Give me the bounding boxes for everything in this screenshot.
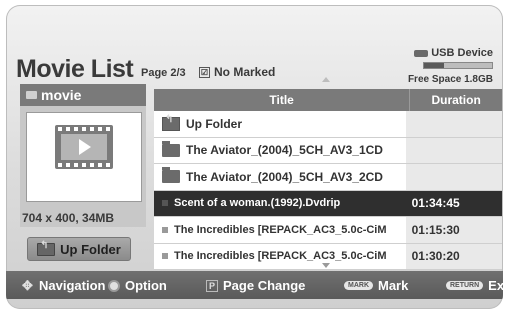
movie-file-icon — [162, 253, 168, 260]
movie-list-screen: Movie List Page 2/3 ☑ No Marked USB Devi… — [6, 5, 503, 309]
play-icon — [79, 139, 91, 155]
row-title-cell: Scent of a woman.(1992).Dvdrip — [154, 191, 406, 217]
table-row[interactable]: Up Folder — [154, 111, 502, 138]
up-folder-button[interactable]: Up Folder — [27, 237, 131, 261]
file-info: 704 x 400, 34MB — [22, 211, 115, 225]
footer-bar: Navigation Option P Page Change MARK Mar… — [6, 271, 503, 299]
exit-label: Exit — [488, 278, 503, 293]
row-title-label: The Incredibles [REPACK_AC3_5.0c-CiM — [174, 223, 387, 236]
exit-hint[interactable]: RETURN Exit — [446, 278, 503, 293]
mark-label: Mark — [378, 278, 409, 293]
navigation-icon — [22, 278, 34, 294]
row-title-label: Scent of a woman.(1992).Dvdrip — [174, 197, 341, 210]
row-title-label: The Aviator_(2004)_5CH_AV3_1CD — [186, 143, 383, 158]
row-title-cell: Up Folder — [154, 111, 406, 137]
table-row[interactable]: The Aviator_(2004)_5CH_AV3_1CD — [154, 137, 502, 164]
row-title-label: The Aviator_(2004)_5CH_AV3_2CD — [186, 169, 383, 184]
folder-panel: movie 704 x 400, 34MB — [20, 84, 146, 227]
film-icon — [55, 125, 113, 169]
row-duration-cell: 01:34:45 — [405, 190, 502, 216]
row-title-cell: The Incredibles [REPACK_AC3_5.0c-CiM — [154, 217, 406, 243]
option-hint[interactable]: Option — [108, 278, 167, 293]
folder-icon — [162, 167, 180, 184]
row-title-cell: The Aviator_(2004)_5CH_AV3_1CD — [154, 138, 406, 164]
current-folder: movie — [26, 87, 81, 103]
row-duration-cell: 01:30:20 — [405, 243, 502, 269]
table-row[interactable]: The Aviator_(2004)_5CH_AV3_2CD — [154, 164, 502, 191]
row-title-label: The Incredibles [REPACK_AC3_5.0c-CiM — [174, 250, 387, 263]
table-header: Title Duration — [154, 89, 502, 111]
up-folder-icon — [162, 114, 180, 131]
device-info: USB Device Free Space 1.8GB — [393, 47, 493, 85]
row-duration-cell — [405, 111, 502, 137]
row-title-cell: The Aviator_(2004)_5CH_AV3_2CD — [154, 164, 406, 190]
scroll-down-arrow-icon[interactable] — [322, 263, 330, 268]
page-change-hint[interactable]: P Page Change — [206, 278, 305, 293]
movie-file-icon — [162, 226, 168, 233]
page-change-label: Page Change — [223, 278, 306, 293]
page-title: Movie List — [16, 55, 134, 83]
mark-status-label: No Marked — [214, 65, 276, 79]
return-key-icon: RETURN — [446, 281, 484, 290]
file-table: Title Duration Up Folder The Aviator_(200… — [154, 89, 502, 270]
scroll-up-arrow-icon[interactable] — [322, 77, 330, 82]
free-space-bar — [423, 62, 493, 69]
mark-hint[interactable]: MARK Mark — [344, 278, 408, 293]
usb-icon — [414, 49, 429, 57]
thumbnail-preview — [26, 112, 142, 202]
row-duration-cell — [405, 164, 502, 190]
mark-key-icon: MARK — [344, 281, 373, 290]
column-header-duration: Duration — [431, 93, 481, 107]
row-duration-cell — [405, 137, 502, 163]
checkbox-icon: ☑ — [199, 66, 210, 78]
navigation-hint: Navigation — [22, 278, 106, 294]
option-label: Option — [125, 278, 167, 293]
device-label: USB Device — [431, 47, 493, 59]
row-title-cell: The Incredibles [REPACK_AC3_5.0c-CiM — [154, 244, 406, 270]
page-change-icon: P — [206, 279, 219, 292]
up-folder-button-label: Up Folder — [60, 241, 121, 257]
option-icon — [108, 279, 120, 292]
row-title-label: Up Folder — [186, 116, 242, 131]
navigation-label: Navigation — [39, 278, 106, 293]
page-indicator: Page 2/3 — [141, 67, 186, 79]
free-space-label: Free Space 1.8GB — [407, 74, 493, 85]
table-row[interactable]: Scent of a woman.(1992).Dvdrip 01:34:45 — [154, 190, 502, 217]
folder-name-label: movie — [41, 87, 82, 103]
free-space-bar-fill — [424, 63, 445, 68]
movie-file-icon — [162, 200, 168, 207]
column-header-title: Title — [154, 89, 411, 111]
folder-icon — [162, 140, 180, 157]
folder-icon — [26, 91, 37, 99]
table-row[interactable]: The Incredibles [REPACK_AC3_5.0c-CiM 01:1… — [154, 217, 502, 244]
up-folder-icon — [37, 240, 56, 256]
mark-status: ☑ No Marked — [199, 65, 275, 79]
row-duration-cell: 01:15:30 — [405, 217, 502, 243]
